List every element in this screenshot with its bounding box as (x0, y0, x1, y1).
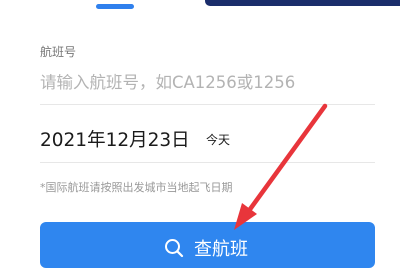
today-hint: 今天 (206, 133, 231, 147)
header-panel-edge (205, 0, 400, 6)
flight-number-input[interactable] (40, 69, 375, 95)
date-divider (40, 162, 375, 163)
date-picker[interactable]: 2021年12月23日 今天 (40, 126, 375, 156)
international-flight-note: *国际航班请按照出发城市当地起飞日期 (40, 181, 233, 194)
search-button-content: 查航班 (164, 236, 248, 260)
search-flight-button[interactable]: 查航班 (40, 222, 375, 268)
flight-number-label: 航班号 (40, 45, 77, 59)
search-icon (165, 239, 184, 258)
flight-input-divider (40, 104, 375, 105)
active-tab-indicator (96, 4, 134, 9)
selected-date: 2021年12月23日 (40, 130, 190, 151)
search-button-label: 查航班 (194, 239, 248, 260)
